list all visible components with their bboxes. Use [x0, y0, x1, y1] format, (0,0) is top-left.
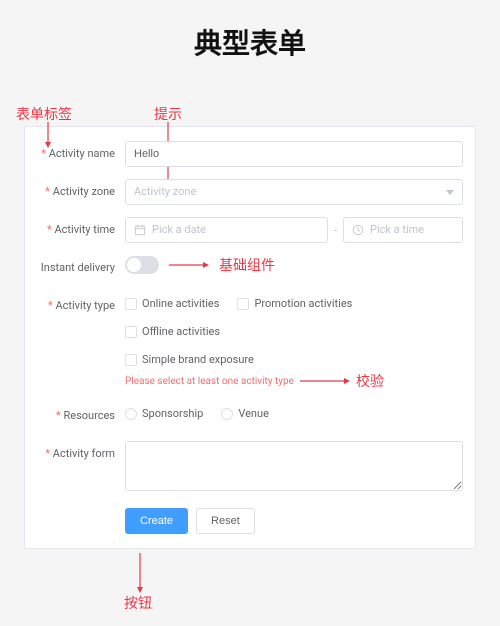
date-placeholder: Pick a date: [152, 218, 206, 242]
clock-icon: [352, 224, 364, 236]
label-resources: Resources: [37, 403, 125, 429]
checkbox-icon: [125, 326, 137, 338]
annotation-hint: 提示: [154, 104, 182, 124]
date-picker[interactable]: Pick a date: [125, 217, 328, 243]
time-picker[interactable]: Pick a time: [343, 217, 463, 243]
annotation-basic-component: 基础组件: [219, 255, 275, 275]
create-button[interactable]: Create: [125, 508, 188, 534]
form-wrap: 表单标签 提示 Activity name Activity zone Acti…: [24, 126, 476, 549]
checkbox-offline[interactable]: Offline activities: [125, 325, 220, 339]
arrow-down-icon: [136, 553, 144, 593]
checkbox-online[interactable]: Online activities: [125, 297, 219, 311]
row-resources: Resources Sponsorship Venue: [37, 403, 463, 429]
row-activity-zone: Activity zone Activity zone: [37, 179, 463, 205]
checkbox-icon: [237, 298, 249, 310]
row-instant-delivery: Instant delivery 基础组件: [37, 255, 463, 281]
row-activity-name: Activity name: [37, 141, 463, 167]
checkbox-icon: [125, 298, 137, 310]
checkbox-icon: [125, 354, 137, 366]
label-activity-name: Activity name: [37, 141, 125, 167]
checkbox-simple-brand[interactable]: Simple brand exposure: [125, 353, 463, 367]
radio-venue[interactable]: Venue: [221, 407, 269, 421]
annotation-button: 按钮: [124, 593, 152, 613]
label-instant-delivery: Instant delivery: [37, 255, 125, 281]
instant-delivery-switch[interactable]: [125, 256, 159, 274]
arrow-right-icon: [169, 261, 209, 269]
label-activity-type: Activity type: [37, 293, 125, 319]
range-separator: -: [334, 223, 337, 237]
radio-icon: [221, 408, 233, 420]
chevron-down-icon: [446, 190, 454, 195]
activity-zone-placeholder: Activity zone: [134, 180, 196, 204]
label-activity-form: Activity form: [37, 441, 125, 467]
arrow-right-icon: [300, 377, 350, 385]
annotation-form-label: 表单标签: [16, 104, 72, 124]
activity-form-textarea[interactable]: [125, 441, 463, 491]
activity-name-input[interactable]: [125, 141, 463, 167]
row-activity-form: Activity form: [37, 441, 463, 494]
reset-button[interactable]: Reset: [196, 508, 255, 534]
row-activity-time: Activity time Pick a date - Pick a time: [37, 217, 463, 243]
radio-sponsorship[interactable]: Sponsorship: [125, 407, 203, 421]
calendar-icon: [134, 224, 146, 236]
page-title: 典型表单: [0, 0, 500, 100]
label-activity-zone: Activity zone: [37, 179, 125, 205]
error-activity-type: Please select at least one activity type: [125, 376, 294, 387]
label-activity-time: Activity time: [37, 217, 125, 243]
row-buttons: Create Reset: [37, 506, 463, 534]
checkbox-promotion[interactable]: Promotion activities: [237, 297, 352, 311]
time-placeholder: Pick a time: [370, 218, 424, 242]
activity-zone-select[interactable]: Activity zone: [125, 179, 463, 205]
radio-icon: [125, 408, 137, 420]
row-activity-type: Activity type Online activities Promotio…: [37, 293, 463, 391]
annotation-validation: 校验: [356, 371, 384, 391]
form-card: Activity name Activity zone Activity zon…: [24, 126, 476, 549]
